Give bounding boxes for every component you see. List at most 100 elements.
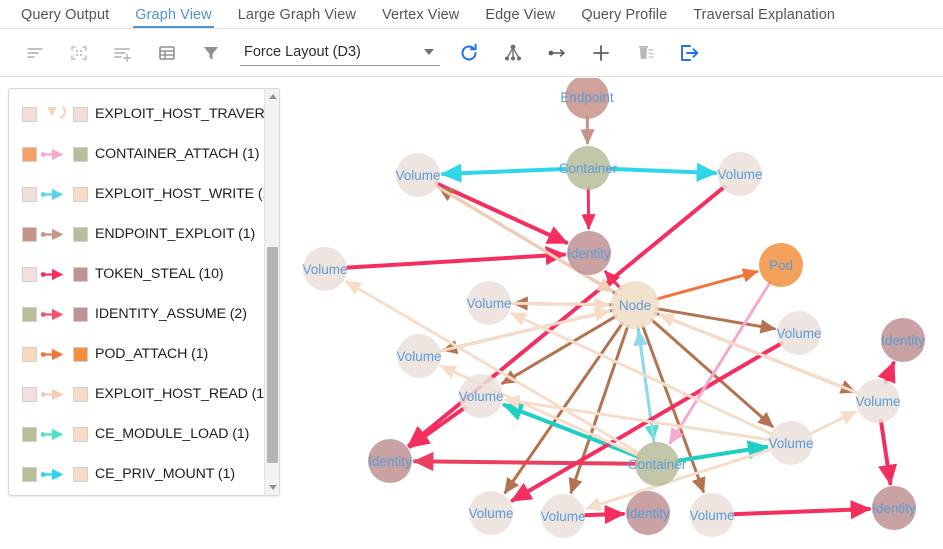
graph-node[interactable]: Endpoint: [560, 78, 614, 119]
node-label: Identity: [368, 454, 412, 469]
graph-node[interactable]: Volume: [396, 334, 442, 378]
legend-item[interactable]: POD_ATTACH (1): [9, 334, 265, 374]
tab-query-output[interactable]: Query Output: [8, 8, 122, 28]
graph-canvas[interactable]: Endpoint Container Volume Volume Identity Vol…: [288, 78, 943, 549]
graph-node[interactable]: Identity: [872, 486, 916, 530]
tab-large-graph-view[interactable]: Large Graph View: [225, 8, 369, 28]
scroll-up-icon[interactable]: [265, 89, 279, 104]
graph-node[interactable]: Volume: [468, 491, 514, 535]
legend-item[interactable]: EXPLOIT_HOST_TRAVERSE (10): [9, 94, 279, 134]
graph-node[interactable]: Identity: [567, 231, 611, 275]
legend-panel: EXPLOIT_HOST_TRAVERSE (10) CONTAINER_ATTA…: [8, 88, 280, 496]
graph-node[interactable]: Volume: [458, 374, 504, 418]
graph-edge[interactable]: [655, 307, 777, 334]
graph-node[interactable]: Volume: [689, 493, 735, 537]
graph-node[interactable]: Volume: [540, 494, 586, 538]
graph-node[interactable]: Node: [611, 281, 659, 329]
legend-item[interactable]: CE_MODULE_LOAD (1): [9, 414, 265, 454]
tab-vertex-view[interactable]: Vertex View: [369, 8, 472, 28]
node-label: Volume: [855, 394, 900, 409]
node-label: Volume: [468, 506, 513, 521]
node-label: Identity: [567, 246, 611, 261]
graph-node[interactable]: Volume: [768, 421, 814, 465]
arrow-icon: [40, 387, 70, 402]
table-view-icon[interactable]: [150, 36, 184, 70]
legend-source-swatch: [22, 266, 37, 282]
graph-node[interactable]: Volume: [466, 281, 512, 325]
graph-node[interactable]: Identity: [368, 439, 412, 483]
graph-edge[interactable]: [408, 405, 467, 449]
graph-edge[interactable]: [440, 163, 571, 183]
scrollbar-thumb[interactable]: [267, 247, 278, 463]
legend-item[interactable]: CE_PRIV_MOUNT (1): [9, 454, 265, 494]
scroll-down-icon[interactable]: [265, 480, 279, 495]
node-label: Volume: [717, 167, 762, 182]
legend-item[interactable]: EXPLOIT_HOST_READ (1): [9, 374, 269, 414]
node-label: Volume: [768, 436, 813, 451]
expand-add-icon[interactable]: [106, 36, 140, 70]
graph-edge[interactable]: [580, 504, 626, 525]
legend-item[interactable]: IDENTITY_ASSUME (2): [9, 294, 265, 334]
graph-node[interactable]: Container: [559, 146, 618, 190]
graph-node[interactable]: Volume: [776, 311, 822, 355]
legend-item-label: EXPLOIT_HOST_WRITE (1): [95, 186, 275, 202]
arrow-icon: [40, 227, 70, 242]
legend-item[interactable]: TOKEN_STEAL (10): [9, 254, 265, 294]
zoom-in-icon[interactable]: [584, 36, 618, 70]
arrow-icon: [40, 427, 70, 442]
arrow-icon: [40, 347, 70, 362]
graph-node[interactable]: Identity: [881, 318, 925, 362]
tab-query-profile[interactable]: Query Profile: [568, 8, 680, 28]
refresh-icon[interactable]: [452, 36, 486, 70]
graph-edge[interactable]: [729, 500, 872, 520]
graph-edge[interactable]: [877, 360, 896, 385]
node-label: Volume: [466, 296, 511, 311]
self-loop-icon: [40, 106, 70, 122]
export-icon[interactable]: [672, 36, 706, 70]
legend-item[interactable]: CONTAINER_ATTACH (1): [9, 134, 265, 174]
graph-edge[interactable]: [507, 297, 610, 312]
graph-edge[interactable]: [807, 410, 858, 436]
collapse-all-icon[interactable]: [18, 36, 52, 70]
node-label: Identity: [872, 501, 916, 516]
graph-node[interactable]: Volume: [302, 247, 348, 291]
delete-icon[interactable]: [628, 36, 662, 70]
graph-edge[interactable]: [878, 418, 898, 486]
edge-length-icon[interactable]: [540, 36, 574, 70]
legend-item-label: TOKEN_STEAL (10): [95, 266, 224, 282]
node-label: Volume: [395, 168, 440, 183]
legend-scrollbar[interactable]: [264, 89, 279, 495]
legend-source-swatch: [22, 306, 37, 322]
tab-traversal-explanation[interactable]: Traversal Explanation: [680, 8, 848, 28]
graph-edge[interactable]: [412, 451, 640, 472]
node-label: Container: [559, 161, 618, 176]
graph-edge[interactable]: [605, 162, 718, 182]
legend-target-swatch: [73, 226, 88, 242]
node-label: Volume: [302, 262, 347, 277]
legend-target-swatch: [73, 386, 88, 402]
layout-select-value: Force Layout (D3): [244, 44, 361, 60]
legend-item-label: CE_PRIV_MOUNT (1): [95, 466, 235, 482]
graph-node[interactable]: Volume: [855, 379, 901, 423]
graph-edge[interactable]: [568, 324, 630, 495]
legend-source-swatch: [22, 226, 37, 242]
select-region-icon[interactable]: [62, 36, 96, 70]
legend-target-swatch: [73, 306, 88, 322]
graph-node[interactable]: Identity: [626, 491, 670, 535]
graph-edge[interactable]: [342, 246, 567, 270]
legend-item[interactable]: EXPLOIT_HOST_WRITE (1): [9, 174, 275, 214]
graph-edge[interactable]: [500, 314, 618, 385]
graph-edge[interactable]: [434, 181, 569, 245]
graph-node[interactable]: Pod: [759, 243, 803, 287]
hierarchy-icon[interactable]: [496, 36, 530, 70]
arrow-icon: [40, 267, 70, 282]
filter-icon[interactable]: [194, 36, 228, 70]
arrow-icon: [40, 307, 70, 322]
tab-graph-view[interactable]: Graph View: [122, 8, 225, 28]
layout-select[interactable]: Force Layout (D3): [240, 40, 440, 66]
tab-edge-view[interactable]: Edge View: [472, 8, 568, 28]
graph-edge[interactable]: [668, 280, 772, 445]
legend-item[interactable]: ENDPOINT_EXPLOIT (1): [9, 214, 265, 254]
graph-node[interactable]: Volume: [395, 153, 441, 197]
graph-edge[interactable]: [654, 268, 759, 301]
